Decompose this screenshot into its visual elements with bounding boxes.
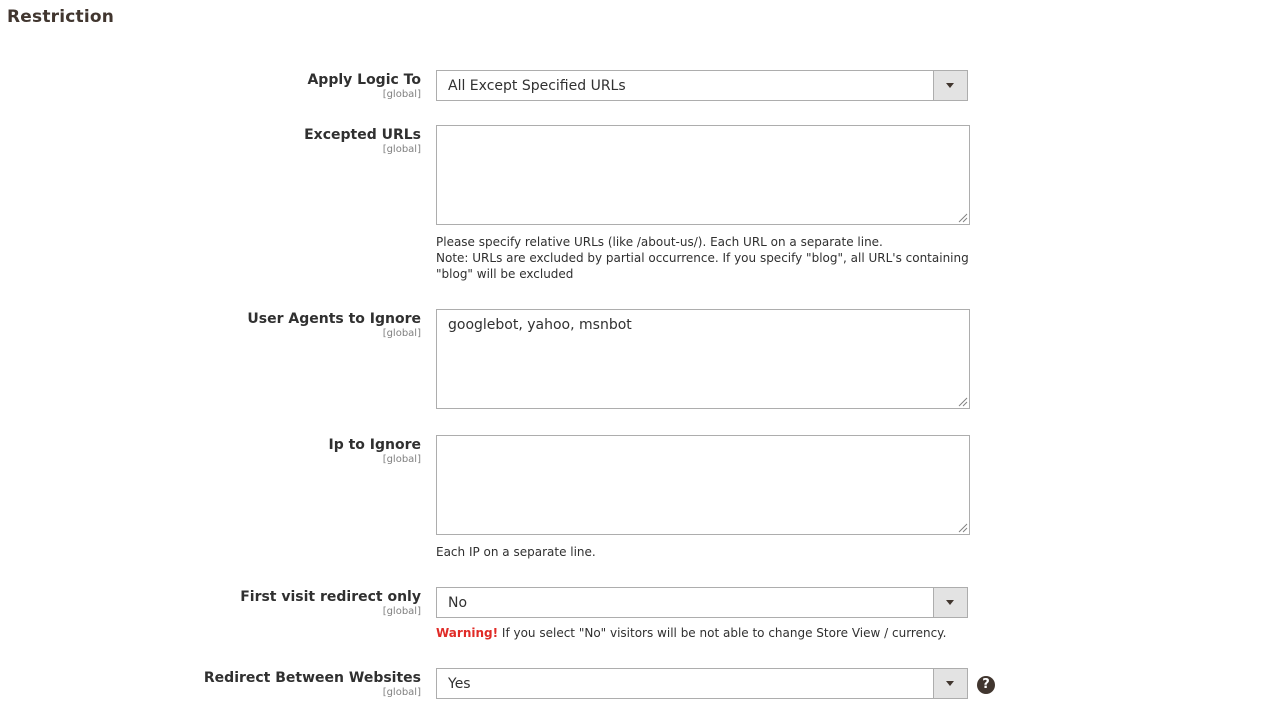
apply-logic-value: All Except Specified URLs: [448, 78, 626, 94]
apply-logic-scope: [global]: [382, 89, 421, 100]
warning-label: Warning!: [436, 626, 499, 640]
ip-ignore-label-group: Ip to Ignore [global]: [328, 436, 421, 466]
resize-grip-icon[interactable]: [958, 523, 968, 533]
first-visit-warning-note: Warning! If you select "No" visitors wil…: [436, 625, 970, 641]
first-visit-value: No: [448, 595, 468, 611]
first-visit-label: First visit redirect only: [240, 589, 421, 605]
section-title: Restriction: [7, 7, 115, 27]
excepted-urls-label: Excepted URLs: [304, 127, 421, 143]
user-agents-scope: [global]: [382, 328, 421, 339]
first-visit-dropdown-button[interactable]: [933, 588, 967, 617]
help-icon[interactable]: ?: [977, 676, 995, 694]
apply-logic-label-group: Apply Logic To [global]: [307, 71, 421, 101]
user-agents-textarea[interactable]: googlebot, yahoo, msnbot: [436, 309, 970, 409]
ip-ignore-label: Ip to Ignore: [328, 437, 421, 453]
excepted-urls-note: Please specify relative URLs (like /abou…: [436, 234, 970, 282]
user-agents-value: googlebot, yahoo, msnbot: [448, 317, 632, 333]
apply-logic-label: Apply Logic To: [307, 72, 421, 88]
excepted-urls-note-line1: Please specify relative URLs (like /abou…: [436, 235, 883, 249]
redirect-websites-label-group: Redirect Between Websites [global]: [204, 669, 421, 699]
redirect-websites-value: Yes: [448, 676, 471, 692]
first-visit-scope: [global]: [382, 606, 421, 617]
excepted-urls-textarea[interactable]: [436, 125, 970, 225]
user-agents-label: User Agents to Ignore: [247, 311, 421, 327]
ip-ignore-note: Each IP on a separate line.: [436, 545, 596, 559]
resize-grip-icon[interactable]: [958, 213, 968, 223]
ip-ignore-scope: [global]: [382, 454, 421, 465]
excepted-urls-scope: [global]: [382, 144, 421, 155]
excepted-urls-note-line2: Note: URLs are excluded by partial occur…: [436, 251, 969, 281]
redirect-websites-label: Redirect Between Websites: [203, 670, 421, 686]
apply-logic-dropdown-button[interactable]: [933, 71, 967, 100]
resize-grip-icon[interactable]: [958, 397, 968, 407]
redirect-websites-select[interactable]: Yes: [436, 668, 968, 699]
redirect-websites-scope: [global]: [382, 687, 421, 698]
user-agents-label-group: User Agents to Ignore [global]: [247, 310, 421, 340]
chevron-down-icon: [946, 83, 954, 88]
first-visit-select[interactable]: No: [436, 587, 968, 618]
redirect-websites-dropdown-button[interactable]: [933, 669, 967, 698]
chevron-down-icon: [946, 600, 954, 605]
ip-ignore-textarea[interactable]: [436, 435, 970, 535]
apply-logic-select[interactable]: All Except Specified URLs: [436, 70, 968, 101]
first-visit-label-group: First visit redirect only [global]: [240, 588, 421, 618]
warning-text: If you select "No" visitors will be not …: [498, 626, 947, 640]
chevron-down-icon: [946, 681, 954, 686]
excepted-urls-label-group: Excepted URLs [global]: [304, 126, 421, 156]
